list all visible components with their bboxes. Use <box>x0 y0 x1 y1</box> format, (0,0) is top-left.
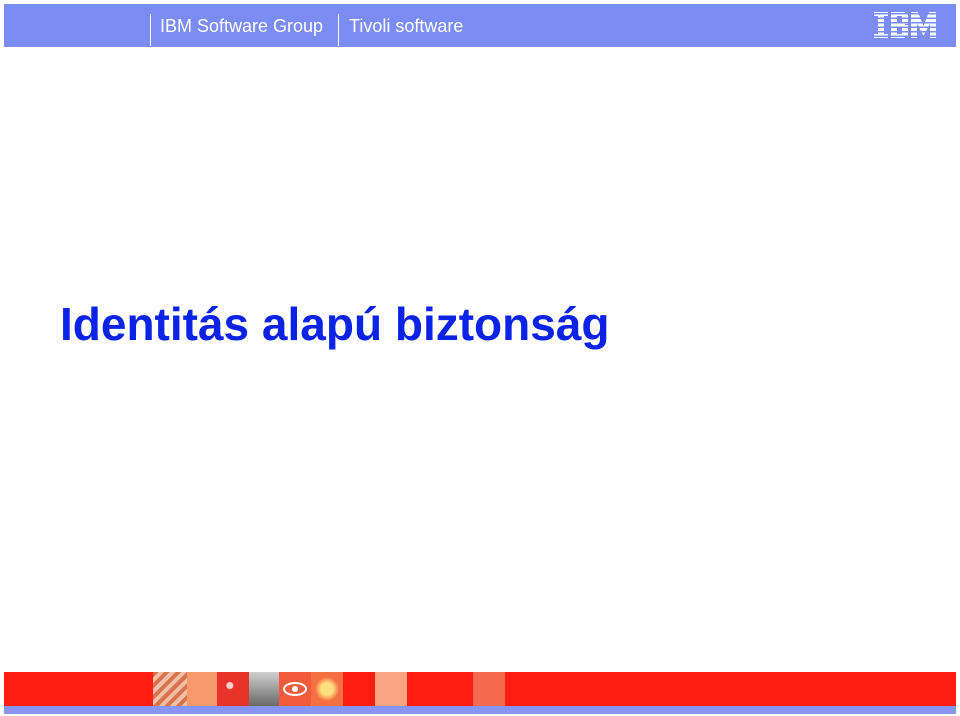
ibm-logo <box>874 12 936 38</box>
slide-title: Identitás alapú biztonság <box>60 298 610 350</box>
footer-photo-tile <box>311 672 343 706</box>
footer-color-tile <box>473 672 505 706</box>
header-divider <box>338 14 339 46</box>
header-divider <box>150 14 151 46</box>
footer-photo-tile <box>249 672 279 706</box>
eye-icon <box>279 672 311 706</box>
footer-color-tile <box>187 672 217 706</box>
header-bar <box>4 4 956 47</box>
footer-photo-tile <box>217 672 249 706</box>
header-product-label: Tivoli software <box>349 16 464 36</box>
footer-photo-tile <box>153 672 187 706</box>
footer-color-tile <box>375 672 407 706</box>
footer-bottom-bar <box>4 706 956 714</box>
header-group-label: IBM Software Group <box>160 16 324 36</box>
